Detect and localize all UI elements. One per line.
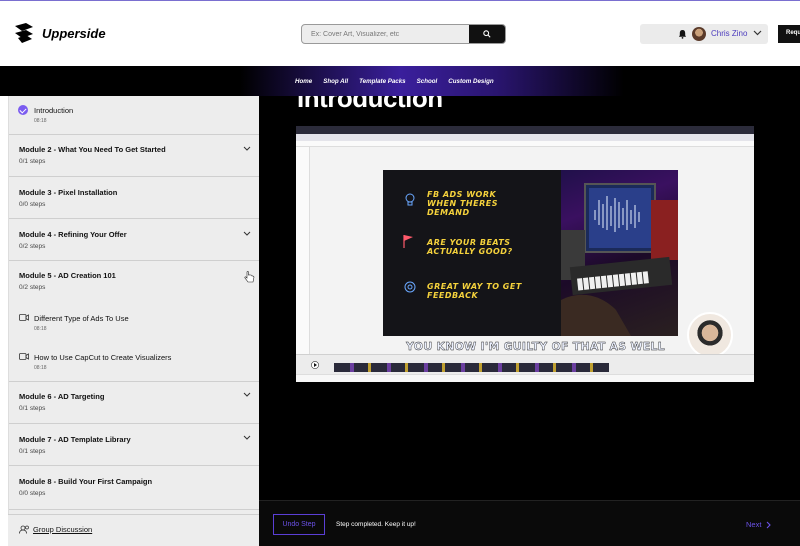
user-name[interactable]: Chris Zino — [711, 29, 747, 38]
module-title: Module 2 - What You Need To Get Started — [19, 145, 166, 154]
module-8[interactable]: Module 8 - Build Your First Campaign 0/0… — [9, 466, 259, 510]
studio-photo — [561, 170, 678, 336]
next-button[interactable]: Next — [746, 520, 772, 529]
lesson-title[interactable]: How to Use CapCut to Create Visualizers — [34, 353, 171, 362]
avatar[interactable] — [692, 27, 706, 41]
video-browser-tabs — [296, 126, 754, 134]
completed-check-icon — [18, 105, 28, 115]
video-url-bar — [296, 134, 754, 141]
main-nav: Home Shop All Template Packs School Cust… — [0, 66, 800, 96]
lesson-title: Introduction — [34, 106, 74, 115]
module-steps: 0/1 steps — [19, 405, 46, 412]
logo-mark-icon — [15, 23, 33, 43]
nav-home[interactable]: Home — [295, 78, 312, 85]
module-title: Module 5 - AD Creation 101 — [19, 271, 116, 280]
step-status-text: Step completed. Keep it up! — [336, 521, 416, 528]
request-button[interactable]: Request — [778, 25, 800, 43]
lesson-introduction[interactable]: Introduction 08:18 — [9, 96, 259, 135]
nav-custom-design[interactable]: Custom Design — [448, 78, 493, 85]
group-chat-icon — [19, 525, 29, 534]
nav-template-packs[interactable]: Template Packs — [359, 78, 406, 85]
flag-icon — [403, 235, 413, 248]
user-menu[interactable]: Chris Zino — [640, 24, 768, 44]
module-steps: 0/2 steps — [19, 243, 46, 250]
module-steps: 0/0 steps — [19, 201, 46, 208]
chevron-down-icon[interactable] — [243, 435, 251, 440]
lesson-time: 08:18 — [34, 118, 47, 124]
video-app-bar — [296, 141, 754, 147]
module-7[interactable]: Module 7 - AD Template Library 0/1 steps — [9, 424, 259, 466]
video-icon — [19, 353, 29, 360]
video-caption: YOU KNOW I'M GUILTY OF THAT AS WELL — [406, 340, 665, 353]
search-icon — [483, 30, 491, 38]
video-player[interactable]: FB ADS WORK WHEN THERES DEMAND ARE YOUR … — [296, 126, 754, 382]
chevron-down-icon[interactable] — [753, 30, 762, 36]
chevron-down-icon[interactable] — [243, 392, 251, 397]
video-tool-rail — [296, 147, 310, 372]
lesson-title[interactable]: Different Type of Ads To Use — [34, 314, 129, 323]
module-3[interactable]: Module 3 - Pixel Installation 0/0 steps — [9, 177, 259, 219]
site-header: Upperside Chris Zino Request — [0, 0, 800, 66]
slide-line-1: FB ADS WORK WHEN THERES DEMAND — [427, 190, 498, 217]
module-title: Module 6 - AD Targeting — [19, 392, 105, 401]
video-timeline[interactable] — [296, 354, 754, 374]
gear-chart-icon — [404, 281, 416, 293]
brand-name: Upperside — [42, 25, 106, 41]
module-title: Module 7 - AD Template Library — [19, 435, 131, 444]
module-6[interactable]: Module 6 - AD Targeting 0/1 steps — [9, 382, 259, 424]
group-discussion-link[interactable]: Group Discussion — [8, 514, 259, 546]
video-icon — [19, 314, 29, 321]
search-bar — [301, 24, 506, 44]
module-steps: 0/1 steps — [19, 448, 46, 455]
module-5[interactable]: Module 5 - AD Creation 101 0/2 steps Dif… — [9, 261, 259, 382]
search-button[interactable] — [469, 25, 505, 43]
video-status-bar — [296, 374, 754, 382]
module-steps: 0/0 steps — [19, 490, 46, 497]
group-discussion-label[interactable]: Group Discussion — [33, 525, 92, 534]
page-title: Introduction — [297, 96, 443, 113]
search-input[interactable] — [302, 25, 471, 43]
nav-school[interactable]: School — [417, 78, 438, 85]
course-sidebar: Introduction 08:18 Module 2 - What You N… — [8, 96, 259, 546]
slide-line-2: ARE YOUR BEATS ACTUALLY GOOD? — [427, 238, 513, 256]
lesson-time: 08:18 — [34, 365, 47, 371]
module-steps: 0/2 steps — [19, 284, 46, 291]
module-title: Module 8 - Build Your First Campaign — [19, 477, 153, 486]
hand-cursor-icon — [244, 271, 255, 283]
module-title: Module 4 - Refining Your Offer — [19, 230, 127, 239]
lightbulb-icon — [405, 193, 415, 206]
chevron-down-icon[interactable] — [243, 231, 251, 236]
chevron-right-icon — [767, 521, 772, 528]
lesson-time: 08:18 — [34, 326, 47, 332]
video-slide: FB ADS WORK WHEN THERES DEMAND ARE YOUR … — [383, 170, 678, 336]
brand-logo[interactable]: Upperside — [12, 21, 106, 45]
module-title: Module 3 - Pixel Installation — [19, 188, 118, 197]
lesson-content: Introduction FB ADS WORK WHEN THERES DEM… — [259, 96, 800, 546]
timeline-thumbnails — [334, 363, 609, 372]
module-2[interactable]: Module 2 - What You Need To Get Started … — [9, 135, 259, 177]
chevron-down-icon[interactable] — [243, 146, 251, 151]
module-4[interactable]: Module 4 - Refining Your Offer 0/2 steps — [9, 219, 259, 261]
nav-shop-all[interactable]: Shop All — [323, 78, 348, 85]
step-controls: Undo Step Step completed. Keep it up! Ne… — [259, 500, 800, 546]
presenter-avatar — [687, 312, 733, 358]
module-steps: 0/1 steps — [19, 158, 46, 165]
slide-line-3: GREAT WAY TO GET FEEDBACK — [427, 282, 522, 300]
page-root: Upperside Chris Zino Request — [0, 0, 800, 546]
bell-icon[interactable] — [678, 29, 687, 39]
undo-step-button[interactable]: Undo Step — [273, 514, 325, 535]
studio-illustration — [561, 183, 678, 336]
next-label: Next — [746, 520, 762, 529]
play-icon[interactable] — [311, 361, 319, 369]
